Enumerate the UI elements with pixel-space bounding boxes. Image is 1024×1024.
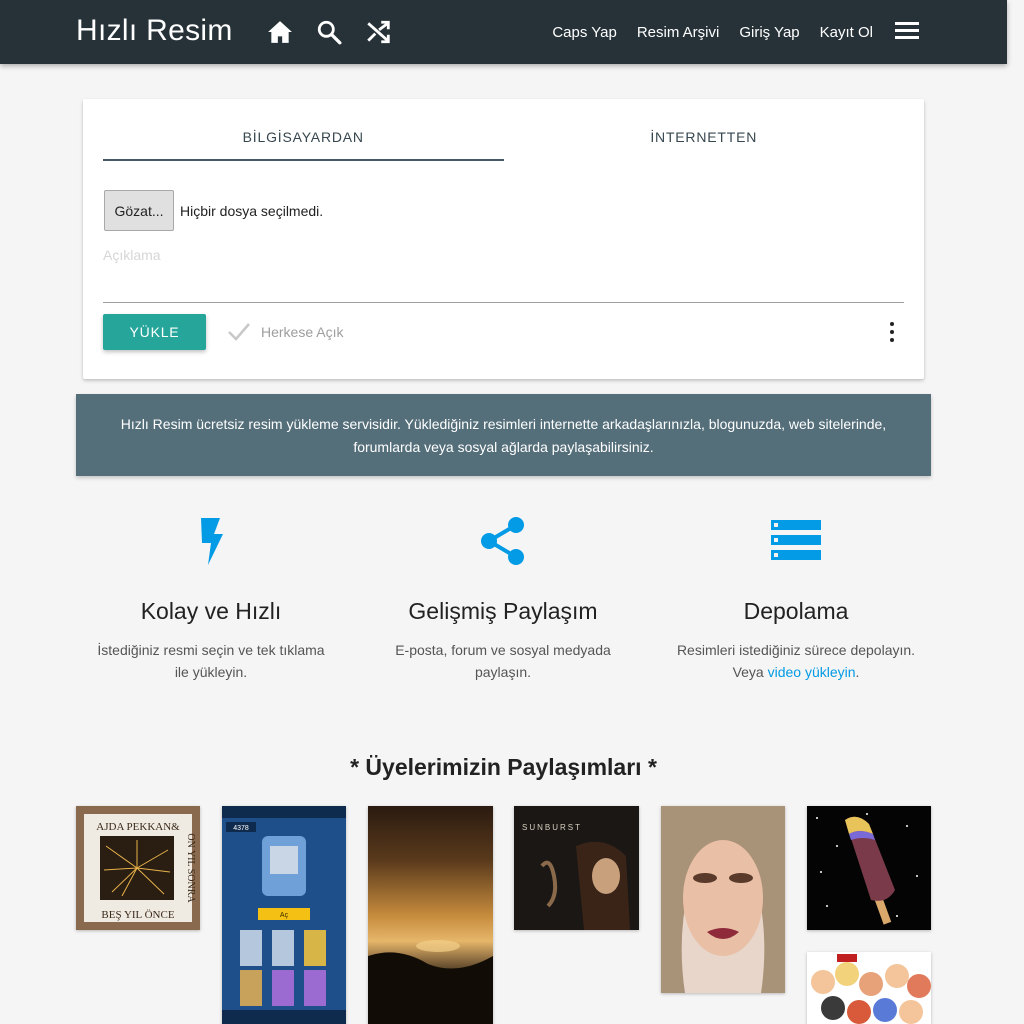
file-status-text: Hiçbir dosya seçilmedi.: [180, 202, 324, 219]
cartoon-collage-thumb[interactable]: [807, 952, 931, 1024]
feature-easy-fast: Kolay ve Hızlı İstediğiniz resmi seçin v…: [66, 512, 356, 683]
hamburger-menu-icon[interactable]: [895, 22, 919, 42]
feature-title: Depolama: [743, 598, 849, 624]
info-banner: Hızlı Resim ücretsiz resim yükleme servi…: [76, 394, 931, 476]
book-cover-art: AJDA PEKKAN& BEŞ YIL ÖNCE ON YIL SONRA: [84, 814, 196, 922]
storage-icon: [651, 512, 941, 570]
feature-desc-line1: Resimleri istediğiniz sürece depolayın.: [676, 642, 916, 658]
upload-card: BİLGİSAYARDAN İNTERNETTEN Gözat... Hiçbi…: [83, 99, 924, 379]
upload-tabs: BİLGİSAYARDAN İNTERNETTEN: [103, 99, 904, 161]
svg-text:SUNBURST: SUNBURST: [522, 823, 582, 832]
nav-link-caps[interactable]: Caps Yap: [552, 24, 617, 41]
cartoon-collage-art: [811, 954, 931, 1024]
makeup-portrait-art: [661, 806, 785, 993]
gallery-title: * Üyelerimizin Paylaşımları *: [350, 754, 657, 780]
svg-text:Aç: Aç: [280, 912, 289, 919]
nav-links: Caps Yap Resim Arşivi Giriş Yap Kayıt Ol: [552, 0, 873, 64]
book-cover-thumb[interactable]: AJDA PEKKAN& BEŞ YIL ÖNCE ON YIL SONRA: [76, 806, 200, 930]
info-line-1: Hızlı Resim ücretsiz resim yükleme servi…: [120, 416, 887, 432]
checkmark-icon: [228, 323, 250, 341]
file-picker: Gözat... Hiçbir dosya seçilmedi.: [104, 190, 323, 231]
browse-button[interactable]: Gözat...: [104, 190, 174, 231]
top-navbar: Hızlı Resim Caps Yap Resim Arşivi Giriş …: [0, 0, 1007, 64]
album-cover-art: SUNBURST: [522, 823, 630, 930]
feature-desc-prefix: Veya: [732, 664, 768, 680]
feature-desc: E-posta, forum ve sosyal medyada paylaşı…: [358, 639, 648, 683]
share-icon: [358, 512, 648, 570]
video-upload-link[interactable]: video yükleyin: [768, 664, 856, 680]
feature-title: Kolay ve Hızlı: [140, 598, 282, 624]
feature-desc-line2: paylaşın.: [474, 664, 532, 680]
feature-desc: İstediğiniz resmi seçin ve tek tıklama i…: [66, 639, 356, 683]
shuffle-icon[interactable]: [364, 18, 392, 46]
makeup-portrait-thumb[interactable]: [661, 806, 785, 993]
feature-desc-line1: E-posta, forum ve sosyal medyada: [395, 642, 611, 658]
feature-desc: Resimleri istediğiniz sürece depolayın. …: [651, 639, 941, 683]
lightning-icon: [66, 512, 356, 570]
popsicle-art: [816, 813, 918, 925]
game-screenshot-art: 4378 Aç: [222, 806, 346, 1024]
svg-text:AJDA PEKKAN&: AJDA PEKKAN&: [96, 821, 180, 833]
public-checkbox[interactable]: Herkese Açık: [227, 321, 343, 343]
feature-title: Gelişmiş Paylaşım: [408, 598, 598, 624]
svg-text:BEŞ YIL ÖNCE: BEŞ YIL ÖNCE: [101, 909, 174, 921]
feature-sharing: Gelişmiş Paylaşım E-posta, forum ve sosy…: [358, 512, 648, 683]
feature-desc-line1: İstediğiniz resmi seçin ve tek tıklama: [97, 642, 325, 658]
info-line-2: forumlarda veya sosyal ağlarda paylaşabi…: [353, 439, 654, 455]
brand-logo[interactable]: Hızlı Resim: [76, 14, 233, 48]
public-label: Herkese Açık: [261, 324, 344, 340]
tab-computer[interactable]: BİLGİSAYARDAN: [103, 99, 504, 161]
home-icon[interactable]: [266, 18, 294, 46]
tab-internet[interactable]: İNTERNETTEN: [504, 99, 905, 161]
feature-storage: Depolama Resimleri istediğiniz sürece de…: [651, 512, 941, 683]
sunset-art: [368, 940, 493, 1024]
sunset-thumb[interactable]: [368, 806, 493, 1024]
active-tab-indicator: [103, 159, 504, 161]
upload-button[interactable]: YÜKLE: [103, 314, 206, 350]
nav-link-register[interactable]: Kayıt Ol: [820, 24, 873, 41]
nav-link-archive[interactable]: Resim Arşivi: [637, 24, 720, 41]
more-options-icon[interactable]: [887, 322, 897, 346]
popsicle-thumb[interactable]: [807, 806, 931, 930]
nav-link-login[interactable]: Giriş Yap: [739, 24, 799, 41]
feature-desc-line2: ile yükleyin.: [174, 664, 248, 680]
feature-desc-suffix: .: [855, 664, 860, 680]
search-icon[interactable]: [315, 18, 343, 46]
svg-text:ON YIL SONRA: ON YIL SONRA: [185, 833, 196, 903]
album-cover-thumb[interactable]: SUNBURST: [514, 806, 639, 930]
svg-text:4378: 4378: [233, 825, 249, 832]
game-screenshot-thumb[interactable]: 4378 Aç: [222, 806, 346, 1024]
description-input[interactable]: [103, 243, 904, 303]
